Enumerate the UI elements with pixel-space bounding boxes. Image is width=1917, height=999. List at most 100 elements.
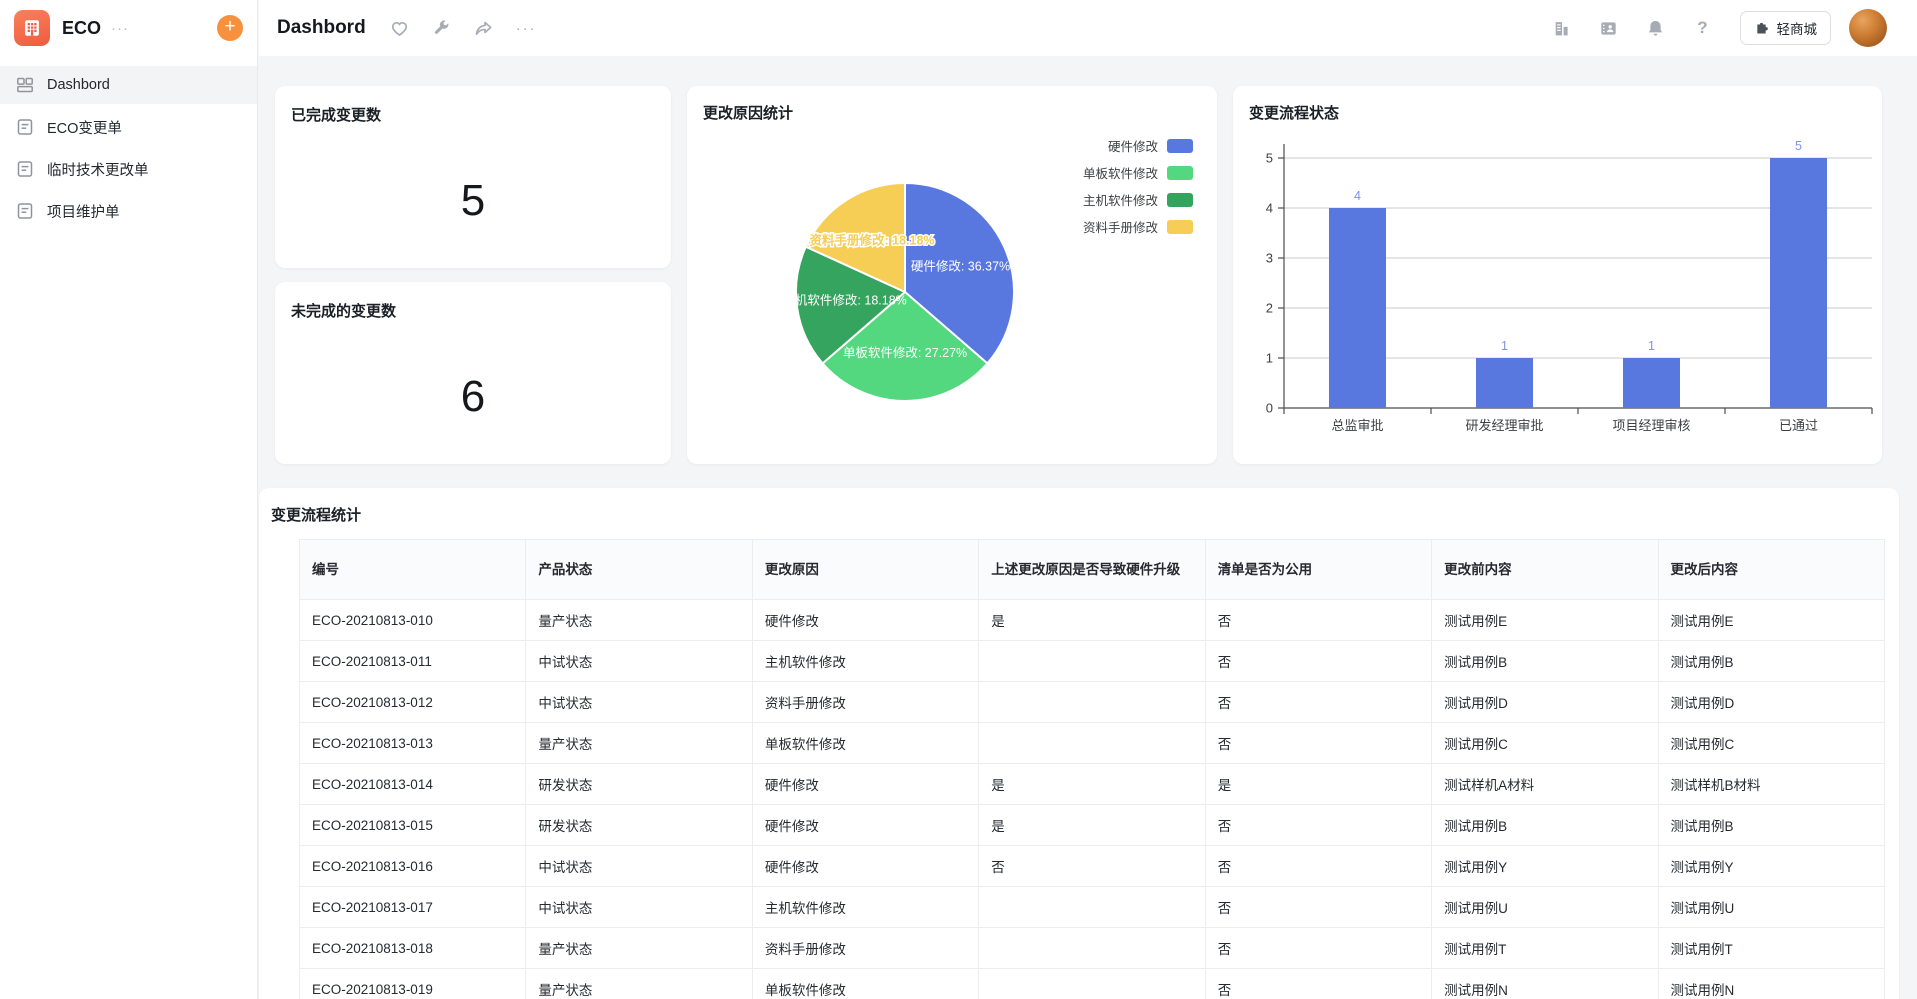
bar: [1329, 208, 1386, 408]
change-flow-stats-table-card: 变更流程统计 编号产品状态更改原因上述更改原因是否导致硬件升级清单是否为公用更改…: [259, 488, 1899, 999]
store-button-label: 轻商城: [1777, 18, 1818, 38]
form-icon: [16, 160, 34, 178]
x-axis-category-label: 总监审批: [1331, 418, 1383, 433]
table-cell: 是: [979, 805, 1205, 846]
org-structure-icon[interactable]: [1552, 18, 1572, 38]
sidebar-menu: Dashbord ECO变更单 临时技术更改单 项目维护单: [0, 66, 257, 230]
table-row: ECO-20210813-010量产状态硬件修改是否测试用例E测试用例E: [300, 600, 1885, 641]
completed-changes-card: 已完成变更数 5: [275, 86, 671, 268]
table-wrap: 编号产品状态更改原因上述更改原因是否导致硬件升级清单是否为公用更改前内容更改后内…: [299, 539, 1883, 999]
form-icon: [16, 202, 34, 220]
table-cell: 资料手册修改: [752, 682, 978, 723]
pie-slice-label: 硬件修改: 36.37%: [911, 259, 1010, 274]
table-cell: ECO-20210813-015: [300, 805, 526, 846]
table-row: ECO-20210813-011中试状态主机软件修改否测试用例B测试用例B: [300, 641, 1885, 682]
table-cell: 测试用例U: [1432, 887, 1658, 928]
page-more-icon[interactable]: ···: [516, 20, 537, 37]
table-row: ECO-20210813-016中试状态硬件修改否否测试用例Y测试用例Y: [300, 846, 1885, 887]
uncompleted-changes-card: 未完成的变更数 6: [275, 282, 671, 464]
header-row: 编号产品状态更改原因上述更改原因是否导致硬件升级清单是否为公用更改前内容更改后内…: [300, 540, 1885, 600]
table-cell: 否: [1205, 928, 1431, 969]
table-cell: 测试样机B材料: [1658, 764, 1884, 805]
table-cell: 否: [1205, 805, 1431, 846]
table-cell: 否: [1205, 723, 1431, 764]
x-axis-category-label: 研发经理审批: [1465, 418, 1543, 433]
table-cell: 主机软件修改: [752, 641, 978, 682]
table-cell: ECO-20210813-010: [300, 600, 526, 641]
table-cell: 量产状态: [526, 928, 752, 969]
sidebar-item-project-maintenance-form[interactable]: 项目维护单: [0, 192, 257, 230]
table-head: 编号产品状态更改原因上述更改原因是否导致硬件升级清单是否为公用更改前内容更改后内…: [300, 540, 1885, 600]
table-cell: [979, 682, 1205, 723]
edit-wrench-icon[interactable]: [432, 18, 452, 38]
bar: [1623, 358, 1680, 408]
add-button[interactable]: +: [217, 15, 243, 41]
sidebar-item-temp-tech-change-form[interactable]: 临时技术更改单: [0, 150, 257, 188]
change-reason-pie-card: 更改原因统计 硬件修改单板软件修改主机软件修改资料手册修改 硬件修改: 36.3…: [687, 86, 1217, 464]
table-cell: 中试状态: [526, 641, 752, 682]
y-axis-tick-label: 2: [1266, 301, 1273, 316]
pie-slice-label: 资料手册修改: 18.18%: [809, 233, 934, 248]
sidebar-item-dashboard[interactable]: Dashbord: [0, 66, 257, 104]
card-title: 未完成的变更数: [291, 300, 655, 321]
table-cell: [979, 887, 1205, 928]
user-avatar[interactable]: [1849, 9, 1887, 47]
app-header: ECO ··· +: [0, 0, 257, 56]
bar: [1770, 158, 1827, 408]
table-cell: ECO-20210813-016: [300, 846, 526, 887]
x-axis-category-label: 已通过: [1779, 418, 1818, 433]
notifications-bell-icon[interactable]: [1646, 18, 1666, 38]
bar-value-label: 1: [1648, 339, 1655, 353]
table-cell: ECO-20210813-019: [300, 969, 526, 999]
table-cell: 测试用例U: [1658, 887, 1884, 928]
table-cell: 测试用例D: [1658, 682, 1884, 723]
table-cell: 测试用例E: [1658, 600, 1884, 641]
table-title: 变更流程统计: [271, 504, 1883, 525]
table-cell: 否: [1205, 887, 1431, 928]
sidebar-item-label: ECO变更单: [47, 117, 122, 138]
table-cell: 否: [1205, 600, 1431, 641]
favorite-heart-icon[interactable]: [390, 18, 410, 38]
table-cell: 测试用例B: [1658, 641, 1884, 682]
sidebar-item-label: 项目维护单: [47, 201, 120, 222]
table-cell: 否: [979, 846, 1205, 887]
bar-value-label: 1: [1501, 339, 1508, 353]
y-axis-tick-label: 0: [1266, 401, 1273, 416]
table-cell: 单板软件修改: [752, 969, 978, 999]
card-title: 已完成变更数: [291, 104, 655, 125]
pie-slice-label: 单板软件修改: 27.27%: [843, 345, 967, 360]
table-cell: 测试用例B: [1432, 805, 1658, 846]
table-cell: 测试用例C: [1432, 723, 1658, 764]
app-more-icon[interactable]: ···: [111, 20, 129, 37]
table-cell: ECO-20210813-018: [300, 928, 526, 969]
sidebar-item-label: 临时技术更改单: [47, 159, 149, 180]
pie-chart: 硬件修改: 36.37%单板软件修改: 27.27%主机软件修改: 18.18%…: [687, 86, 1217, 464]
table-row: ECO-20210813-018量产状态资料手册修改否测试用例T测试用例T: [300, 928, 1885, 969]
app-store-button[interactable]: 轻商城: [1740, 11, 1832, 45]
change-flow-table: 编号产品状态更改原因上述更改原因是否导致硬件升级清单是否为公用更改前内容更改后内…: [299, 539, 1885, 999]
table-cell: 硬件修改: [752, 764, 978, 805]
share-icon[interactable]: [474, 18, 494, 38]
contacts-card-icon[interactable]: [1599, 18, 1619, 38]
sidebar-item-eco-change-form[interactable]: ECO变更单: [0, 108, 257, 146]
bar-value-label: 5: [1795, 139, 1802, 153]
table-cell: 是: [1205, 764, 1431, 805]
sidebar: ECO ··· + Dashbord ECO变更单 临时技术更改单: [0, 0, 258, 999]
page-title: Dashbord: [277, 17, 366, 39]
table-cell: 中试状态: [526, 682, 752, 723]
table-cell: 测试样机A材料: [1432, 764, 1658, 805]
y-axis-tick-label: 3: [1266, 251, 1273, 266]
table-cell: 否: [1205, 682, 1431, 723]
table-cell: 否: [1205, 969, 1431, 999]
uncompleted-changes-value: 6: [291, 321, 655, 446]
help-icon[interactable]: ?: [1693, 18, 1713, 38]
column-header: 更改原因: [752, 540, 978, 600]
table-cell: 测试用例T: [1658, 928, 1884, 969]
y-axis-tick-label: 1: [1266, 351, 1273, 366]
topbar-right: ? 轻商城: [1525, 9, 1888, 47]
table-cell: 硬件修改: [752, 846, 978, 887]
bar-value-label: 4: [1354, 189, 1361, 203]
table-cell: 测试用例B: [1432, 641, 1658, 682]
table-cell: 研发状态: [526, 764, 752, 805]
column-header: 编号: [300, 540, 526, 600]
